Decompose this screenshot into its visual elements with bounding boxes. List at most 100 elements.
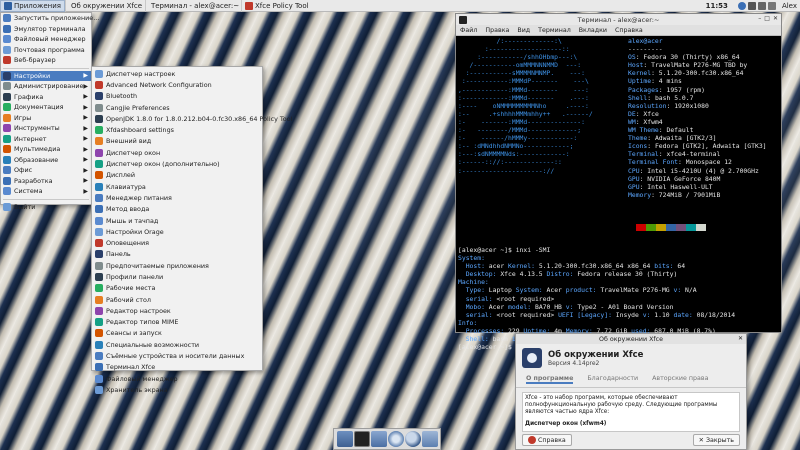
menu-item[interactable]: Веб-браузер [1,55,91,66]
task-terminal[interactable]: Терминал - alex@acer:~ [144,0,241,12]
settings-item[interactable]: Рабочие места [92,283,262,294]
xfce-logo-icon [522,348,542,368]
settings-item[interactable]: Мышь и тачпад [92,215,262,226]
settings-item[interactable]: Предпочитаемые приложения [92,260,262,271]
settings-item[interactable]: Диспетчер окон (дополнительно) [92,158,262,169]
menu-item[interactable]: Выйти [1,202,91,213]
settings-item[interactable]: Менеджер питания [92,192,262,203]
menu-item[interactable]: Интернет ▶ [1,134,91,145]
menu-item[interactable]: Игры ▶ [1,113,91,124]
menu-item[interactable]: Почтовая программа [1,45,91,56]
settings-item[interactable]: Рабочий стол [92,294,262,305]
network-icon[interactable] [747,1,756,10]
menu-item-icon [3,134,11,143]
settings-item[interactable]: Терминал Xfce [92,362,262,373]
settings-item[interactable]: Диспетчер окон [92,147,262,158]
tab-credits[interactable]: Благодарности [587,375,638,384]
terminal-menu-item[interactable]: Справка [615,27,643,34]
menu-item-icon [3,176,11,185]
settings-item[interactable]: Дисплей [92,170,262,181]
settings-item-icon [95,80,103,89]
settings-item-icon [95,69,103,78]
terminal-titlebar[interactable]: Терминал - alex@acer:~ – □ ✕ [456,14,781,25]
settings-item[interactable]: Bluetooth [92,91,262,102]
settings-item[interactable]: Внешний вид [92,136,262,147]
menu-item-label: Выйти [14,202,36,211]
menu-item[interactable]: Система ▶ [1,186,91,197]
settings-item[interactable]: Сеансы и запуск [92,328,262,339]
file-manager-icon[interactable] [370,431,387,447]
settings-item[interactable]: Диспетчер настроек [92,68,262,79]
help-button[interactable]: Справка [522,434,572,446]
settings-item[interactable]: Клавиатура [92,181,262,192]
settings-item[interactable]: Оповещения [92,237,262,248]
volume-icon[interactable] [757,1,766,10]
menu-item[interactable]: Эмулятор терминала [1,24,91,35]
menu-item-icon [3,124,11,133]
terminal-menu-item[interactable]: Терминал [538,27,571,34]
user-menu[interactable]: Alex [779,0,800,12]
terminal-menu-item[interactable]: Вид [517,27,530,34]
dialog-titlebar[interactable]: Об окружении Xfce ✕ [516,334,746,344]
terminal-output[interactable]: /:-------------:\ :-------------------::… [456,36,781,351]
menu-item[interactable]: Графика ▶ [1,92,91,103]
settings-item[interactable]: OpenJDK 1.8.0 for 1.8.0.212.b04-0.fc30.x… [92,113,292,124]
about-name: Об окружении Xfce [548,349,644,360]
tab-copyright[interactable]: Авторские права [652,375,708,384]
settings-item[interactable]: Хранитель экрана [92,384,262,395]
settings-item[interactable]: Профили панели [92,271,262,282]
settings-item[interactable]: Метод ввода [92,204,262,215]
color-swatch [686,224,696,231]
menu-item[interactable]: Офис ▶ [1,165,91,176]
settings-item[interactable]: Файловый менеджер [92,373,262,384]
settings-item-icon [95,261,103,270]
terminal-menu-item[interactable]: Файл [460,27,477,34]
terminal-menu-item[interactable]: Правка [485,27,509,34]
battery-icon[interactable] [767,1,776,10]
bluetooth-icon[interactable] [737,1,746,10]
menu-item[interactable]: Администрирование ▶ [1,81,91,92]
settings-item[interactable]: Advanced Network Configuration [92,79,262,90]
close-button[interactable]: ✕ Закрыть [692,434,740,446]
web-browser-icon[interactable] [387,431,404,447]
close-icon[interactable]: ✕ [738,335,743,342]
settings-item[interactable]: Съёмные устройства и носители данных [92,350,262,361]
terminal-icon[interactable] [353,431,370,447]
settings-item[interactable]: Редактор типов MIME [92,317,262,328]
menu-item[interactable]: Файловый менеджер [1,34,91,45]
settings-item[interactable]: Настройки Orage [92,226,262,237]
settings-item[interactable]: Панель [92,249,262,260]
menu-item[interactable]: Настройки ▶ [1,70,91,81]
menu-item[interactable]: Мультимедиа ▶ [1,144,91,155]
search-icon[interactable] [404,431,421,447]
settings-item[interactable]: Xfdashboard settings [92,124,262,135]
settings-item[interactable]: Cangjie Preferences [92,102,262,113]
menu-item[interactable]: Инструменты ▶ [1,123,91,134]
menu-item-label: Мультимедиа [14,145,61,154]
applications-menu-button[interactable]: Приложения [0,0,65,12]
menu-item[interactable]: Запустить приложение... [1,13,99,24]
settings-item-icon [95,363,103,372]
about-text-area[interactable]: Xfce - это набор программ, которые обесп… [522,392,740,432]
task-about-xfce[interactable]: Об окружении Xfce [64,0,145,12]
menu-item[interactable]: Образование ▶ [1,155,91,166]
menu-item[interactable]: Документация ▶ [1,102,91,113]
neofetch-line: WM Theme: Default [628,126,694,135]
menu-item-icon [3,82,11,91]
chevron-right-icon: ▶ [83,124,88,132]
tab-about[interactable]: О программе [526,375,574,384]
menu-item-icon [3,24,11,33]
close-icon[interactable]: ✕ [773,15,778,22]
settings-item[interactable]: Редактор настроек [92,305,262,316]
clock[interactable]: 11:53 [699,0,735,12]
terminal-menu-item[interactable]: Вкладки [579,27,607,34]
menu-item[interactable]: Разработка ▶ [1,176,91,187]
inxi-key: Info: [458,318,478,327]
minimize-icon[interactable]: – [758,15,761,22]
task-policy-tool[interactable]: Xfce Policy Tool [240,0,321,12]
folder-icon[interactable] [421,431,438,447]
show-desktop-icon[interactable] [336,431,353,447]
maximize-icon[interactable]: □ [764,15,770,22]
menu-item-label: Файловый менеджер [14,35,86,44]
settings-item[interactable]: Специальные возможности [92,339,262,350]
